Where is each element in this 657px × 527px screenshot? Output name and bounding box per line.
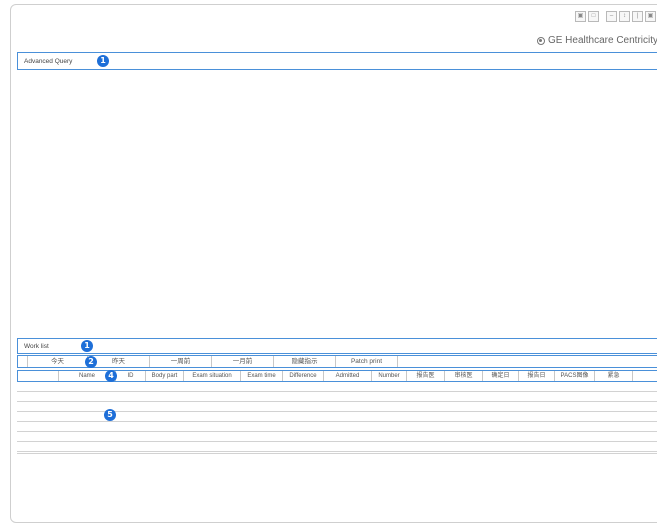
brand-name: GE Healthcare Centricity	[547, 35, 657, 46]
filter-one-month-button[interactable]: 一月前	[212, 356, 274, 367]
column-header-exam-time[interactable]: Exam time	[241, 371, 283, 381]
window-controls: ▣ □ – ↕ | ▣ ×	[575, 11, 657, 22]
column-header-report-doctor[interactable]: 报告医	[407, 371, 445, 381]
column-header-difference[interactable]: Difference	[283, 371, 324, 381]
advanced-query-title: Advanced Query	[24, 58, 73, 65]
minimize-icon[interactable]: –	[606, 11, 617, 22]
table-row[interactable]	[17, 392, 657, 402]
column-header-urgent[interactable]: 紧急	[595, 371, 633, 381]
column-header-confirm-date[interactable]: 确定日	[483, 371, 519, 381]
filter-one-week-button[interactable]: 一周前	[150, 356, 212, 367]
column-header-pacs-image[interactable]: PACS图像	[555, 371, 595, 381]
callout-badge: 1	[81, 340, 93, 352]
column-header-report-date[interactable]: 报告日	[519, 371, 555, 381]
divider-icon: |	[632, 11, 643, 22]
filter-today-button[interactable]: 今天	[28, 356, 88, 367]
hide-indicators-button[interactable]: 隐藏指示	[274, 356, 336, 367]
column-header-exam-situation[interactable]: Exam situation	[184, 371, 241, 381]
callout-badge: 4	[105, 370, 117, 382]
patch-print-button[interactable]: Patch print	[336, 356, 398, 367]
column-header-review-doctor[interactable]: 审核医	[445, 371, 483, 381]
callout-badge: 5	[104, 409, 116, 421]
ge-logo-icon	[536, 36, 545, 45]
column-header[interactable]	[18, 371, 59, 381]
brand-logo-area: GE Healthcare Centricity ™	[536, 35, 657, 46]
window-icon[interactable]: □	[588, 11, 599, 22]
worklist-bottom-divider	[17, 453, 657, 454]
restore-icon[interactable]: ▣	[575, 11, 586, 22]
maximize-icon[interactable]: ▣	[645, 11, 656, 22]
callout-badge: 2	[85, 356, 97, 368]
column-header-number[interactable]: Number	[372, 371, 407, 381]
resize-icon[interactable]: ↕	[619, 11, 630, 22]
filter-yesterday-button[interactable]: 昨天	[88, 356, 150, 367]
column-header-body-part[interactable]: Body part	[146, 371, 184, 381]
table-row[interactable]	[17, 382, 657, 392]
table-row[interactable]	[17, 432, 657, 442]
worklist-title: Work list	[24, 343, 49, 350]
worklist-rows: 5	[17, 382, 657, 452]
app-window: ▣ □ – ↕ | ▣ × GE Healthcare Centricity ™…	[10, 4, 657, 523]
callout-badge: 1	[97, 55, 109, 67]
advanced-query-header[interactable]: Advanced Query 1	[17, 52, 657, 70]
worklist-header[interactable]: Work list 1	[17, 338, 657, 354]
worklist-quick-filter-bar: 今天 昨天 一周前 一月前 隐藏指示 Patch print 2	[17, 355, 657, 368]
column-header-id[interactable]: ID	[116, 371, 146, 381]
table-row[interactable]	[17, 422, 657, 432]
worklist-column-header: Name ID Body part Exam situation Exam ti…	[17, 370, 657, 382]
column-header-admitted[interactable]: Admitted	[324, 371, 372, 381]
table-row[interactable]	[17, 442, 657, 452]
